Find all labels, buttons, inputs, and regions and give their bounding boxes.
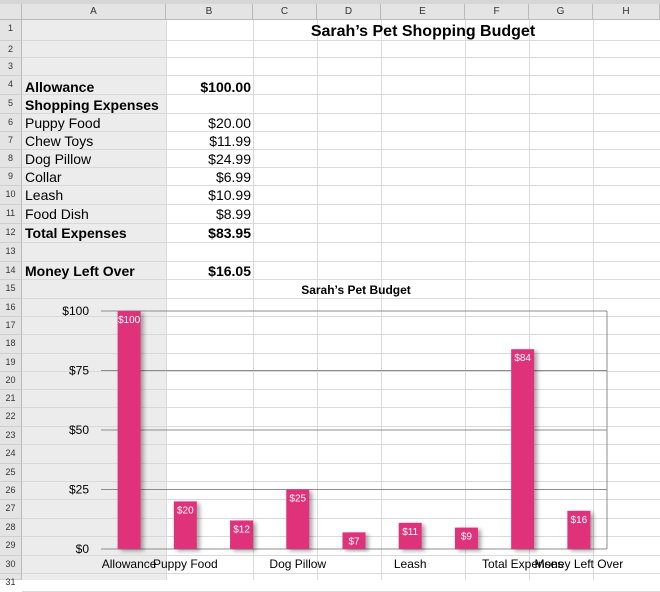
chart-bar[interactable] <box>117 311 141 549</box>
y-tick-label: $25 <box>69 483 89 497</box>
y-tick-label: $0 <box>76 542 90 556</box>
bar-data-label: $16 <box>571 515 588 526</box>
x-tick-label: Dog Pillow <box>269 557 326 571</box>
bar-data-label: $84 <box>514 353 531 364</box>
budget-bar-chart[interactable]: $0 $25 $50 $75 $100 $100 Allowance $20 Puppy Foo… <box>0 0 660 580</box>
y-tick-label: $100 <box>62 304 89 318</box>
bar-data-label: $11 <box>402 527 418 538</box>
x-tick-label: Allowance <box>102 557 157 571</box>
x-tick-label: Leash <box>394 557 427 571</box>
x-tick-label: Money Left Over <box>535 557 624 571</box>
bar-data-label: $20 <box>177 505 194 516</box>
y-tick-label: $50 <box>69 423 89 437</box>
bar-data-label: $7 <box>348 536 360 547</box>
chart-bar[interactable] <box>511 349 535 549</box>
x-tick-label: Puppy Food <box>153 557 218 571</box>
y-tick-label: $75 <box>69 364 89 378</box>
bar-data-label: $25 <box>289 494 306 505</box>
bar-data-label: $12 <box>233 524 250 535</box>
bar-data-label: $100 <box>118 315 141 326</box>
bar-data-label: $9 <box>461 532 473 543</box>
